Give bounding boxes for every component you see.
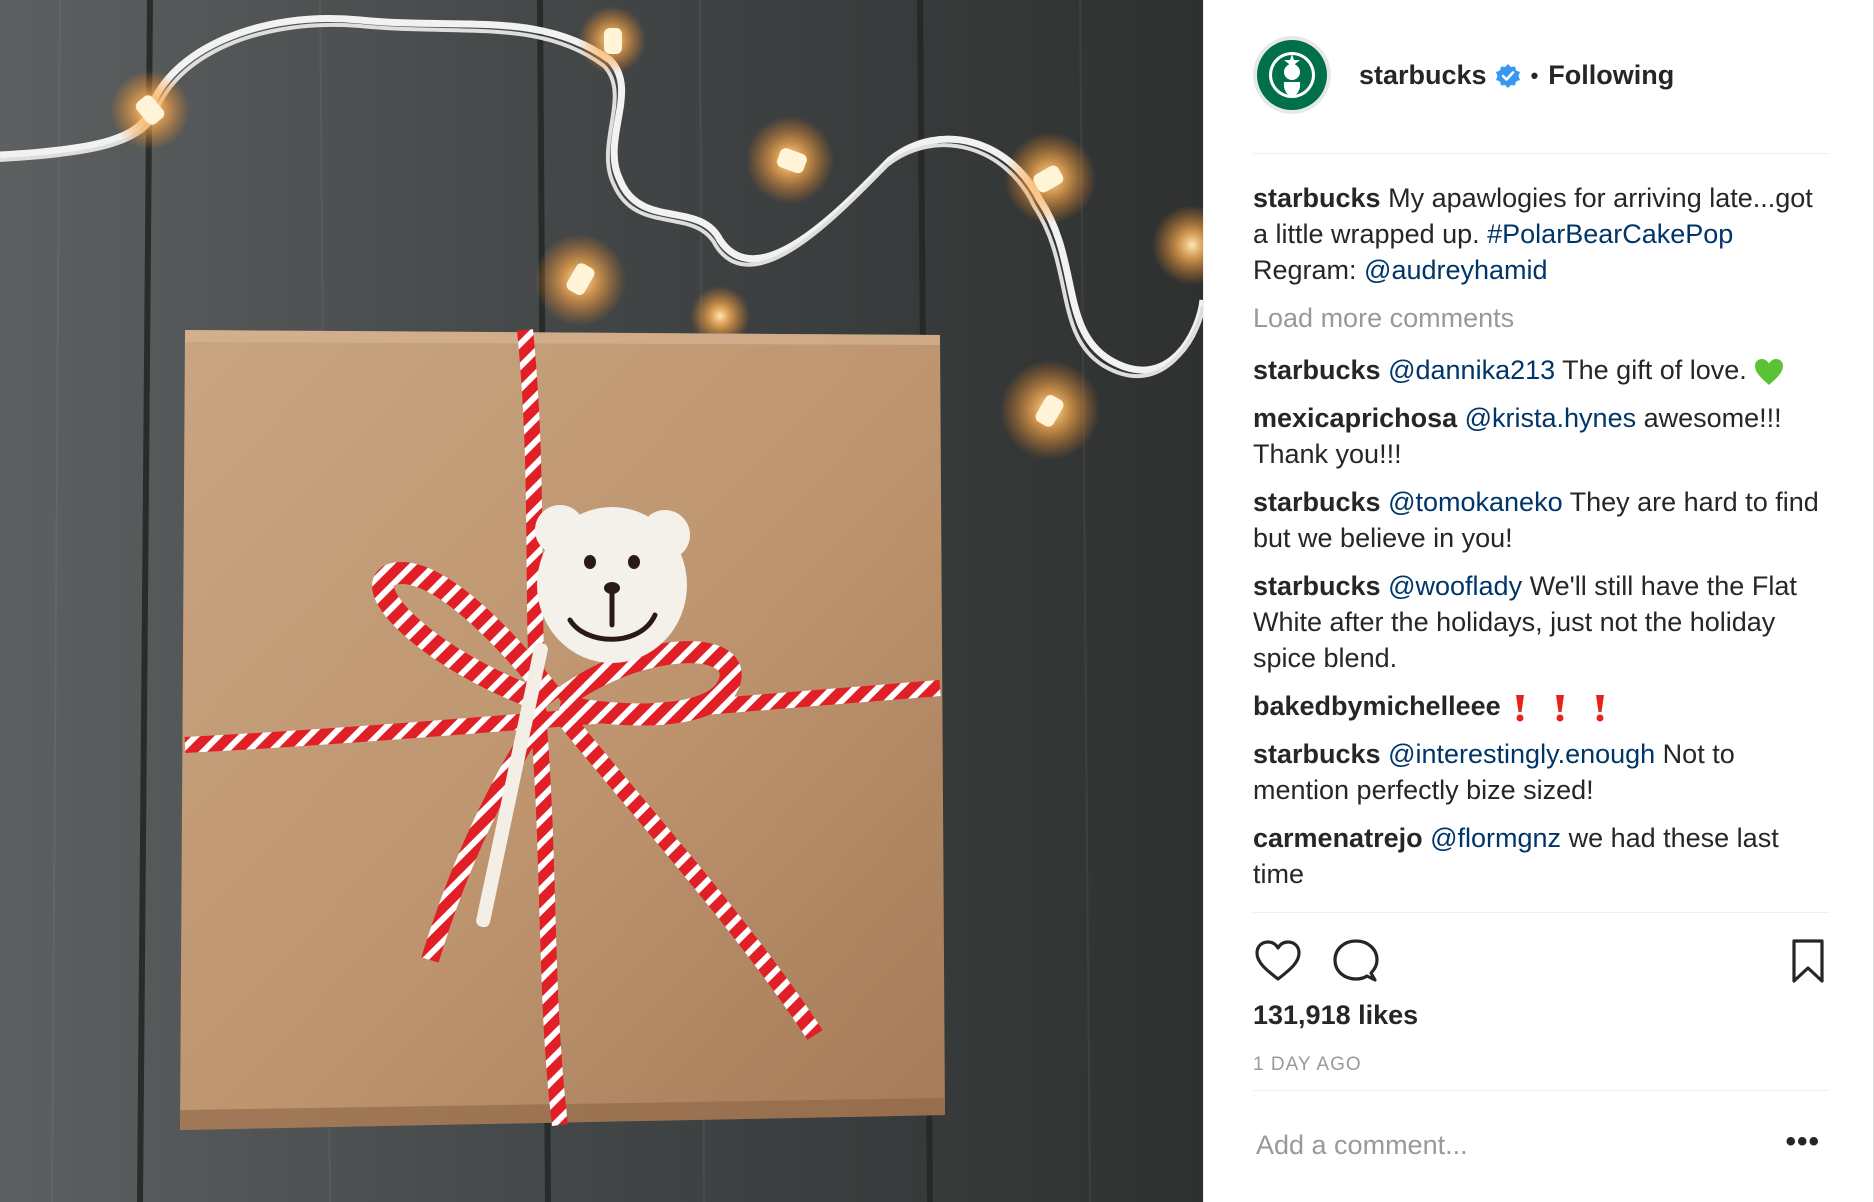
- comment-item: starbucks @dannika213 The gift of love.: [1253, 352, 1833, 388]
- comment-item: starbucks @tomokaneko They are hard to f…: [1253, 484, 1833, 556]
- caption-hashtag[interactable]: #PolarBearCakePop: [1487, 219, 1733, 249]
- caption: starbucks My apawlogies for arriving lat…: [1253, 180, 1833, 288]
- starbucks-avatar[interactable]: [1253, 36, 1331, 114]
- header-text: starbucks • Following: [1359, 60, 1674, 91]
- comment-username[interactable]: bakedbymichelleee: [1253, 691, 1501, 721]
- comment-username[interactable]: carmenatrejo: [1253, 823, 1423, 853]
- comment-username[interactable]: starbucks: [1253, 355, 1381, 385]
- comments-list: starbucks My apawlogies for arriving lat…: [1253, 180, 1833, 904]
- post-header: starbucks • Following: [1253, 36, 1829, 154]
- caption-regram-user[interactable]: @audreyhamid: [1364, 255, 1548, 285]
- comment-username[interactable]: starbucks: [1253, 739, 1381, 769]
- bookmark-icon[interactable]: [1783, 936, 1833, 986]
- add-comment-input[interactable]: Add a comment...: [1256, 1130, 1468, 1160]
- instagram-post: starbucks • Following starbucks My apawl…: [0, 0, 1874, 1202]
- likes-count[interactable]: 131,918 likes: [1253, 1000, 1418, 1031]
- more-options-button[interactable]: •••: [1785, 1127, 1820, 1157]
- comment-mention[interactable]: @krista.hynes: [1465, 403, 1636, 433]
- green-heart-icon: [1755, 358, 1784, 385]
- comment-bubble-icon[interactable]: [1331, 936, 1381, 986]
- comment-input-bar: Add a comment... •••: [1256, 1127, 1828, 1164]
- following-button[interactable]: Following: [1548, 60, 1674, 91]
- comment-mention[interactable]: @flormgnz: [1430, 823, 1561, 853]
- comment-mention[interactable]: @interestingly.enough: [1388, 739, 1655, 769]
- caption-username[interactable]: starbucks: [1253, 183, 1381, 213]
- comment-mention[interactable]: @dannika213: [1388, 355, 1555, 385]
- verified-badge-icon: [1495, 63, 1520, 88]
- comment-input-divider: [1253, 1090, 1829, 1091]
- comment-username[interactable]: mexicaprichosa: [1253, 403, 1457, 433]
- comment-item: bakedbymichelleee: [1253, 688, 1833, 724]
- comment-username[interactable]: starbucks: [1253, 487, 1381, 517]
- caption-regram-label: Regram:: [1253, 255, 1365, 285]
- comment-item: mexicaprichosa @krista.hynes awesome!!! …: [1253, 400, 1833, 472]
- action-bar: [1253, 936, 1829, 986]
- comment-item: starbucks @interestingly.enough Not to m…: [1253, 736, 1833, 808]
- gift-photo-illustration: [0, 0, 1203, 1202]
- actions-divider: [1253, 912, 1829, 913]
- comment-text: [1501, 691, 1509, 721]
- post-username[interactable]: starbucks: [1359, 60, 1487, 91]
- like-heart-icon[interactable]: [1253, 936, 1303, 986]
- red-exclamation-icons: [1516, 694, 1605, 722]
- load-more-comments-button[interactable]: Load more comments: [1253, 300, 1833, 336]
- comment-text: The gift of love.: [1555, 355, 1755, 385]
- separator-dot: •: [1530, 62, 1539, 88]
- comment-username[interactable]: starbucks: [1253, 571, 1381, 601]
- post-details-panel: starbucks • Following starbucks My apawl…: [1203, 0, 1874, 1202]
- comment-mention[interactable]: @wooflady: [1388, 571, 1522, 601]
- comment-item: starbucks @wooflady We'll still have the…: [1253, 568, 1833, 676]
- comment-mention[interactable]: @tomokaneko: [1388, 487, 1563, 517]
- post-timestamp[interactable]: 1 DAY AGO: [1253, 1054, 1362, 1076]
- post-photo[interactable]: [0, 0, 1203, 1202]
- comment-item: carmenatrejo @flormgnz we had these last…: [1253, 820, 1833, 892]
